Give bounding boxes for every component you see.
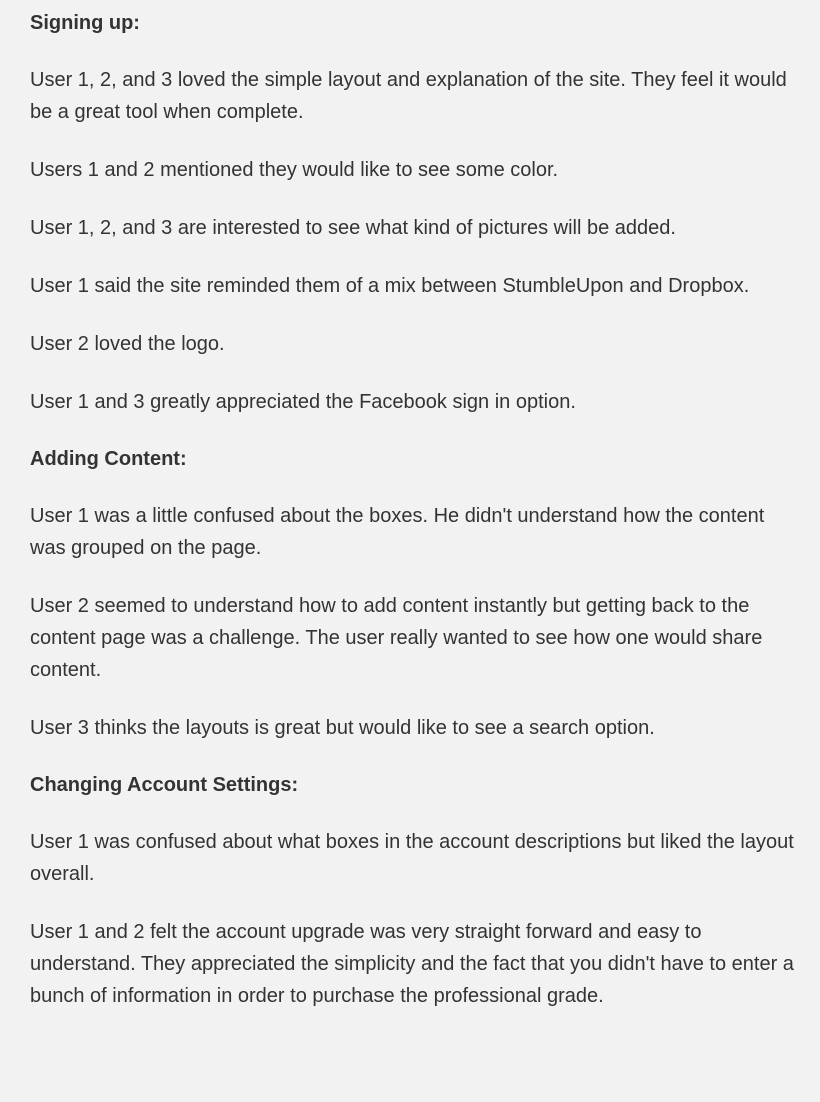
section-heading-signing-up: Signing up: xyxy=(30,12,140,34)
feedback-paragraph: Users 1 and 2 mentioned they would like … xyxy=(30,159,559,181)
feedback-paragraph: User 1 and 2 felt the account upgrade wa… xyxy=(30,921,794,1007)
feedback-paragraph: User 2 seemed to understand how to add c… xyxy=(30,595,763,681)
feedback-paragraph: User 1, 2, and 3 loved the simple layout… xyxy=(30,69,787,123)
feedback-paragraph: User 2 loved the logo. xyxy=(30,333,225,355)
section-heading-adding-content: Adding Content: xyxy=(30,448,187,470)
feedback-paragraph: User 1 said the site reminded them of a … xyxy=(30,275,750,297)
changing-account-settings-section: Changing Account Settings: User 1 was co… xyxy=(30,770,800,1012)
adding-content-section: Adding Content: User 1 was a little conf… xyxy=(30,444,800,744)
feedback-paragraph: User 1 was confused about what boxes in … xyxy=(30,831,794,885)
section-heading-changing-account-settings: Changing Account Settings: xyxy=(30,774,299,796)
feedback-paragraph: User 1, 2, and 3 are interested to see w… xyxy=(30,217,676,239)
signing-up-section: Signing up: User 1, 2, and 3 loved the s… xyxy=(30,8,800,418)
feedback-paragraph: User 3 thinks the layouts is great but w… xyxy=(30,717,655,739)
feedback-paragraph: User 1 and 3 greatly appreciated the Fac… xyxy=(30,391,576,413)
usability-notes-document: Signing up: User 1, 2, and 3 loved the s… xyxy=(0,0,820,1012)
feedback-paragraph: User 1 was a little confused about the b… xyxy=(30,505,765,559)
